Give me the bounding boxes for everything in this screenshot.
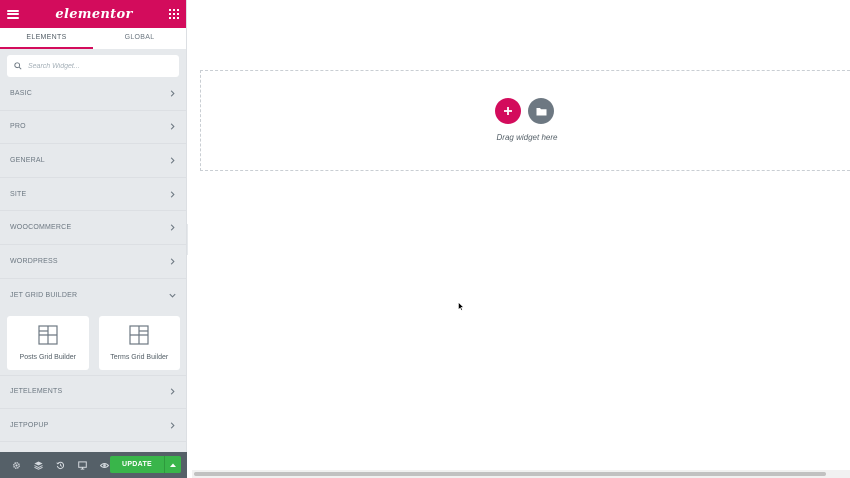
widget-terms-grid-builder[interactable]: Terms Grid Builder	[98, 316, 180, 371]
chevron-right-icon	[170, 157, 175, 164]
chevron-right-icon	[170, 388, 175, 396]
widget-label: Posts Grid Builder	[19, 354, 76, 362]
widgets-grid-icon[interactable]	[169, 9, 179, 19]
panel-footer: UPDATE	[0, 452, 187, 478]
category-site[interactable]: SITE	[0, 178, 187, 212]
elementor-editor: elementor ELEMENTS GLOBAL BASIC	[0, 0, 850, 478]
category-label: SITE	[10, 190, 27, 198]
chevron-right-icon	[170, 190, 175, 198]
category-woocommerce[interactable]: WOOCOMMERCE	[0, 211, 187, 245]
widget-posts-grid-builder[interactable]: Posts Grid Builder	[7, 316, 89, 371]
category-jet-grid-builder[interactable]: JET GRID BUILDER	[0, 279, 187, 313]
widget-grid: Posts Grid Builder Terms Grid Builder	[0, 312, 187, 375]
category-list: BASIC PRO GENERAL SITE WOOCOMMERCE WORDP…	[0, 77, 187, 443]
category-label: JETELEMENTS	[10, 388, 63, 396]
chevron-right-icon	[170, 258, 175, 265]
grid-builder-icon	[129, 325, 149, 345]
category-label: PRO	[10, 123, 26, 131]
chevron-down-icon	[169, 293, 176, 298]
widget-label: Terms Grid Builder	[110, 354, 169, 362]
preview-canvas: Drag widget here	[188, 0, 850, 478]
search-input[interactable]	[28, 62, 158, 70]
grid-builder-icon	[38, 325, 58, 345]
responsive-icon	[77, 460, 87, 470]
category-basic[interactable]: BASIC	[0, 77, 187, 111]
logo: elementor	[55, 6, 133, 22]
menu-icon[interactable]	[7, 9, 19, 19]
caret-up-icon	[170, 463, 176, 467]
scrollbar-thumb[interactable]	[194, 472, 826, 476]
search-icon	[14, 62, 22, 70]
category-label: BASIC	[10, 89, 33, 97]
folder-icon	[536, 107, 546, 115]
dropzone-hint: Drag widget here	[496, 133, 558, 142]
responsive-button[interactable]	[71, 452, 93, 478]
plus-icon	[504, 107, 512, 115]
category-label: WORDPRESS	[10, 257, 58, 265]
category-label: JET GRID BUILDER	[10, 291, 78, 299]
horizontal-scrollbar[interactable]	[192, 470, 850, 478]
history-button[interactable]	[49, 452, 71, 478]
chevron-right-icon	[170, 123, 175, 130]
mouse-cursor-icon	[458, 302, 464, 311]
tab-global[interactable]: GLOBAL	[93, 28, 186, 49]
update-button[interactable]: UPDATE	[110, 456, 164, 473]
elements-panel: elementor ELEMENTS GLOBAL BASIC	[0, 0, 187, 478]
panel-tabs: ELEMENTS GLOBAL	[0, 28, 186, 49]
save-options-button[interactable]	[164, 456, 181, 473]
navigator-icon	[33, 460, 43, 470]
category-jetelements[interactable]: JETELEMENTS	[0, 375, 187, 409]
category-pro[interactable]: PRO	[0, 111, 187, 145]
category-jetpopup[interactable]: JETPOPUP	[0, 409, 187, 443]
category-wordpress[interactable]: WORDPRESS	[0, 245, 187, 279]
history-icon	[55, 461, 64, 469]
add-section-button[interactable]	[495, 98, 521, 124]
chevron-right-icon	[170, 421, 175, 429]
settings-button[interactable]	[5, 452, 27, 478]
dropzone-buttons	[495, 98, 554, 124]
navigator-button[interactable]	[27, 452, 49, 478]
category-label: JETPOPUP	[10, 421, 49, 429]
preview-icon	[99, 462, 109, 468]
settings-icon	[12, 461, 20, 469]
category-label: GENERAL	[10, 156, 45, 164]
panel-header: elementor	[0, 0, 186, 28]
add-section-dropzone[interactable]: Drag widget here	[200, 70, 850, 171]
add-template-button[interactable]	[528, 98, 554, 124]
category-general[interactable]: GENERAL	[0, 144, 187, 178]
chevron-right-icon	[170, 224, 175, 231]
tab-elements[interactable]: ELEMENTS	[0, 28, 93, 49]
category-label: WOOCOMMERCE	[10, 224, 72, 232]
chevron-right-icon	[170, 90, 175, 97]
search-box	[7, 55, 179, 77]
